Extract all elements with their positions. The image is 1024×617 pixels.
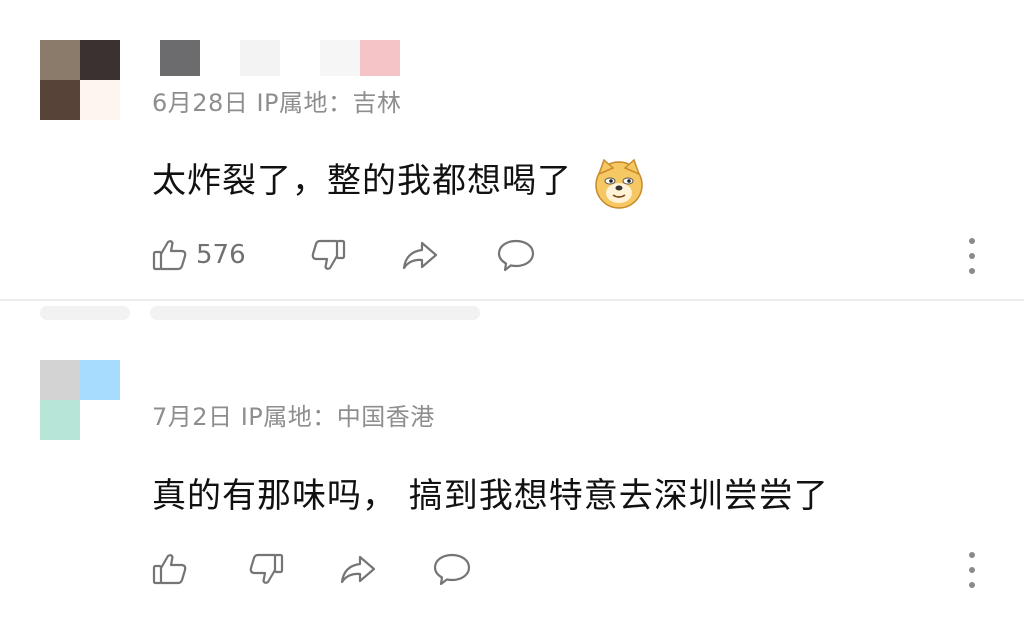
avatar[interactable]	[40, 40, 120, 120]
dislike-button[interactable]	[246, 547, 286, 591]
thumbs-down-icon	[249, 553, 284, 584]
comment-item: 6月28日 IP属地：吉林 太炸裂了，整的我都想喝了 576	[0, 0, 1024, 300]
comment-date: 6月28日	[152, 89, 249, 117]
share-button[interactable]	[400, 233, 440, 277]
comment-item: 7月2日 IP属地：中国香港 真的有那味吗， 搞到我想特意去深圳尝尝了	[0, 302, 1024, 617]
more-options-button[interactable]	[960, 550, 984, 590]
like-button[interactable]: 576	[150, 233, 246, 277]
comment-bubble-icon	[497, 239, 535, 272]
reply-button[interactable]	[496, 233, 536, 277]
reply-button[interactable]	[432, 547, 472, 591]
username-pixelated[interactable]	[160, 40, 400, 76]
thumbs-down-icon	[311, 239, 346, 270]
comment-meta: 6月28日 IP属地：吉林	[152, 83, 402, 118]
more-options-button[interactable]	[960, 236, 984, 276]
share-arrow-icon	[402, 241, 438, 270]
share-button[interactable]	[338, 547, 378, 591]
share-arrow-icon	[340, 555, 376, 584]
thumbs-up-icon	[152, 240, 187, 271]
dislike-button[interactable]	[308, 233, 348, 277]
more-vertical-icon	[969, 552, 975, 558]
doge-icon	[595, 158, 643, 209]
divider	[0, 299, 1024, 301]
more-vertical-icon	[969, 238, 975, 244]
comment-date: 7月2日	[152, 403, 233, 431]
ip-location: IP属地：中国香港	[240, 403, 435, 431]
comment-bubble-icon	[433, 553, 471, 586]
thumbs-up-icon	[152, 554, 187, 585]
comment-text-row: 真的有那味吗， 搞到我想特意去深圳尝尝了	[152, 468, 829, 517]
ip-location: IP属地：吉林	[256, 89, 402, 117]
comment-meta: 7月2日 IP属地：中国香港	[152, 397, 435, 432]
comment-text-row: 太炸裂了，整的我都想喝了	[152, 153, 646, 210]
like-button[interactable]	[150, 547, 190, 591]
comment-text: 太炸裂了，整的我都想喝了	[152, 161, 572, 201]
avatar[interactable]	[40, 360, 120, 440]
comment-text: 真的有那味吗， 搞到我想特意去深圳尝尝了	[152, 476, 829, 516]
like-count: 576	[196, 240, 246, 270]
